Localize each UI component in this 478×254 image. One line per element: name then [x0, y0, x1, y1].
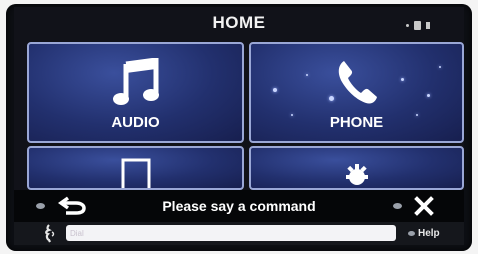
navigation-square-icon [121, 158, 150, 188]
help-label: Help [418, 227, 440, 239]
status-indicators [406, 21, 430, 30]
audio-label: AUDIO [111, 114, 160, 131]
phone-label: PHONE [329, 114, 384, 131]
speech-bubble-icon [408, 230, 415, 236]
signal-icon [406, 24, 409, 27]
star-decoration [273, 88, 277, 92]
page-title: HOME [212, 13, 266, 32]
help-button[interactable]: Help [408, 225, 440, 241]
dictation-row: Help [14, 222, 464, 245]
close-button[interactable] [412, 194, 436, 218]
music-note-icon [112, 58, 159, 105]
audio-tile[interactable]: AUDIO [27, 42, 244, 143]
infotainment-screen: HOME AUDIO PHONE Please say a command Di… [14, 7, 464, 245]
settings-tile[interactable] [249, 146, 464, 190]
speech-bubble-icon [393, 203, 402, 209]
voice-talk-icon [45, 224, 55, 243]
top-bar: HOME [14, 7, 464, 41]
phone-tile[interactable]: PHONE [249, 42, 464, 143]
battery-icon [426, 22, 430, 29]
star-decoration [439, 66, 441, 68]
star-decoration [427, 94, 430, 97]
settings-gear-icon [345, 164, 368, 185]
star-decoration [401, 78, 404, 81]
navigation-tile[interactable] [27, 146, 244, 190]
dial-input[interactable] [66, 225, 396, 241]
phone-handset-icon [338, 61, 377, 104]
lock-icon [414, 21, 421, 30]
star-decoration [306, 74, 308, 76]
voice-command-bar: Please say a command [14, 190, 464, 222]
star-decoration [329, 96, 334, 101]
